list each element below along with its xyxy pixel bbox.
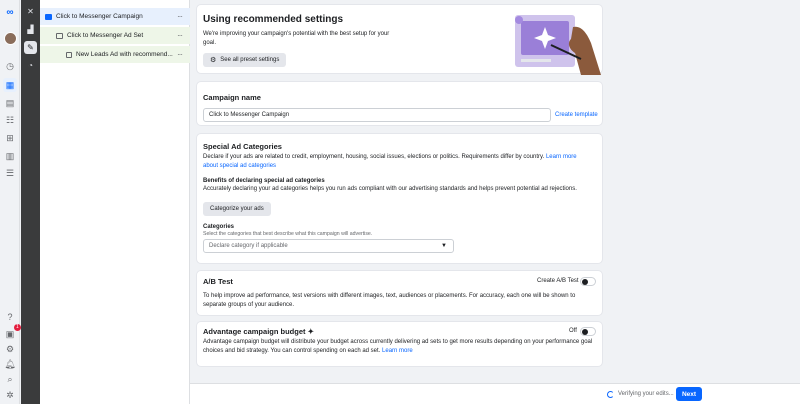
audiences-icon[interactable]: ☷ [3, 113, 17, 127]
verifying-status: Verifying your edits... [618, 391, 674, 397]
ab-test-toggle[interactable] [580, 277, 596, 286]
more-options-icon[interactable]: ··· [177, 50, 183, 59]
tree-item-adset[interactable]: Click to Messenger Ad Set ··· [40, 27, 190, 44]
notification-badge: 1 [14, 324, 21, 331]
tree-item-label: Click to Messenger Campaign [56, 13, 143, 20]
edit-pencil-icon[interactable]: ✎ [24, 41, 37, 54]
recommended-body: We're improving your campaign's potentia… [203, 31, 390, 46]
create-template-link[interactable]: Create template [555, 112, 598, 118]
settings-gear-icon[interactable]: ⚙ [3, 342, 17, 356]
campaign-name-card: Campaign name Click to Messenger Campaig… [196, 81, 603, 126]
benefits-title: Benefits of declaring special ad categor… [203, 178, 325, 184]
editor-tool-column: ✕ ▟ ✎ ◔ [21, 0, 40, 404]
advantage-budget-title: Advantage campaign budget ✦ [203, 327, 314, 336]
advantage-budget-body: Advantage campaign budget will distribut… [203, 339, 593, 354]
help-icon[interactable]: ? [3, 310, 17, 324]
see-all-preset-settings-button[interactable]: ⚙ See all preset settings [203, 53, 287, 67]
folder-icon [45, 13, 52, 20]
categorize-your-ads-button[interactable]: Categorize your ads [203, 202, 271, 216]
special-ad-categories-card: Special Ad Categories Declare if your ad… [196, 133, 603, 264]
close-icon[interactable]: ✕ [24, 5, 37, 18]
campaign-name-input[interactable]: Click to Messenger Campaign [203, 108, 551, 122]
search-icon[interactable]: ⌕ [3, 372, 17, 386]
ab-test-title: A/B Test [203, 277, 233, 286]
advantage-campaign-budget-card: Advantage campaign budget ✦ Off Advantag… [196, 321, 603, 367]
create-ab-test-label: Create A/B Test [537, 278, 579, 284]
meta-logo-icon[interactable]: ∞ [3, 5, 17, 19]
notifications-inbox-icon[interactable]: ▣ 1 [3, 324, 21, 341]
all-tools-menu-icon[interactable]: ☰ [3, 166, 17, 180]
benefits-body: Accurately declaring your ad categories … [203, 186, 577, 192]
budget-learn-more-link[interactable]: Learn more [382, 348, 413, 354]
ab-test-card: A/B Test Create A/B Test To help improve… [196, 270, 603, 316]
more-options-icon[interactable]: ··· [177, 12, 183, 21]
ab-test-body: To help improve ad performance, test ver… [203, 293, 576, 308]
advantage-budget-toggle[interactable] [580, 327, 596, 336]
adset-grid-icon [56, 32, 63, 39]
profile-avatar[interactable] [3, 31, 17, 45]
campaign-structure-tree: Click to Messenger Campaign ··· Click to… [40, 0, 190, 404]
alerts-bell-icon[interactable]: 🔔︎ [3, 357, 17, 371]
category-select[interactable]: Declare category if applicable ▼ [203, 239, 454, 253]
next-button[interactable]: Next [676, 387, 702, 401]
campaign-name-title: Campaign name [203, 93, 261, 102]
catalog-icon[interactable]: ▥ [3, 149, 17, 163]
tree-item-ad[interactable]: New Leads Ad with recommend... ··· [40, 46, 190, 63]
pages-icon[interactable]: ⊞ [3, 131, 17, 145]
avatar [3, 31, 17, 45]
tree-item-campaign[interactable]: Click to Messenger Campaign ··· [40, 8, 190, 25]
left-nav-rail: ∞ ◷ ▦ ▤ ☷ ⊞ ▥ ☰ ? ▣ 1 ⚙ 🔔︎ ⌕ ✲ [0, 0, 21, 404]
categories-hint: Select the categories that best describe… [203, 231, 373, 237]
ad-page-icon [66, 51, 72, 58]
dashboard-icon[interactable]: ◷ [3, 59, 17, 73]
bottom-action-bar: Verifying your edits... Next [190, 383, 800, 404]
tree-item-label: Click to Messenger Ad Set [67, 32, 144, 39]
special-ad-categories-body: Declare if your ads are related to credi… [203, 154, 577, 169]
dropdown-arrow-icon: ▼ [441, 243, 447, 249]
history-clock-icon[interactable]: ◔ [24, 59, 37, 72]
more-options-icon[interactable]: ··· [177, 31, 183, 40]
recommended-settings-card: Using recommended settings We're improvi… [196, 4, 603, 75]
chart-icon[interactable]: ▟ [24, 23, 37, 36]
campaigns-table-icon[interactable]: ▦ [3, 78, 17, 92]
tree-item-label: New Leads Ad with recommend... [76, 51, 173, 58]
reports-icon[interactable]: ▤ [3, 96, 17, 110]
categories-label: Categories [203, 224, 235, 230]
loading-spinner-icon [607, 391, 614, 398]
budget-toggle-label: Off [569, 328, 577, 334]
bug-report-icon[interactable]: ✲ [3, 388, 17, 402]
settings-gear-icon: ⚙ [210, 57, 217, 64]
recommended-illustration [515, 15, 601, 75]
special-ad-categories-title: Special Ad Categories [203, 142, 282, 151]
recommended-title: Using recommended settings [203, 14, 344, 25]
